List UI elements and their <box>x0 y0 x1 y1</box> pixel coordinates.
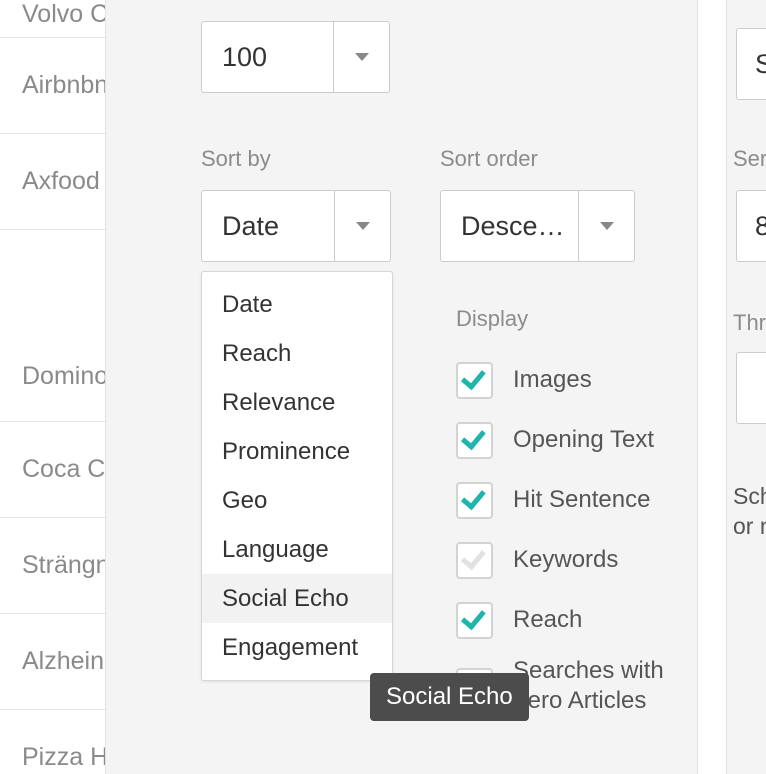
dropdown-item-geo[interactable]: Geo <box>202 476 392 525</box>
sidebar-item-label: Airbnbn <box>22 71 108 100</box>
dropdown-item-relevance[interactable]: Relevance <box>202 378 392 427</box>
chevron-down-icon <box>578 191 634 261</box>
checkbox-label: Hit Sentence <box>513 485 650 515</box>
dropdown-item-engagement[interactable]: Engagement <box>202 623 392 672</box>
right-text-2: or n <box>733 510 766 542</box>
sidebar-item-label: Pizza H <box>22 743 108 772</box>
checkbox-label: Reach <box>513 605 582 635</box>
sidebar-item-label: Coca C <box>22 455 105 484</box>
checkbox-opening-text[interactable] <box>456 422 493 459</box>
dropdown-item-reach[interactable]: Reach <box>202 329 392 378</box>
sort-order-select[interactable]: Desce… <box>440 190 635 262</box>
chevron-down-icon <box>333 22 389 92</box>
right-label-2: Ser <box>733 146 766 172</box>
sort-by-label: Sort by <box>201 146 391 172</box>
check-icon <box>460 364 485 390</box>
right-input-2[interactable]: 8 <box>736 190 766 262</box>
sort-by-value: Date <box>202 191 334 261</box>
sort-order-value: Desce… <box>441 191 578 261</box>
right-input-value: 8 <box>755 211 766 242</box>
limit-select[interactable]: 100 <box>201 21 390 93</box>
sort-order-label: Sort order <box>440 146 635 172</box>
sort-by-dropdown: Date Reach Relevance Prominence Geo Lang… <box>201 271 393 681</box>
sidebar-item-label: Alzhein <box>22 647 104 676</box>
dropdown-item-social-echo[interactable]: Social Echo <box>202 574 392 623</box>
right-column: S Ser 8 Thr Sch or n <box>726 0 766 774</box>
sidebar-item-label: Strängn <box>22 551 110 580</box>
sidebar-item-label: Axfood <box>22 167 100 196</box>
right-text-1: Sch <box>733 480 766 512</box>
checkbox-reach[interactable] <box>456 602 493 639</box>
check-icon <box>460 544 485 570</box>
sort-by-select[interactable]: Date <box>201 190 391 262</box>
right-input-3[interactable] <box>736 352 766 424</box>
dropdown-item-language[interactable]: Language <box>202 525 392 574</box>
right-label-3: Thr <box>733 310 766 336</box>
checkbox-label: Keywords <box>513 545 618 575</box>
check-icon <box>460 424 485 450</box>
settings-panel: 100 Sort by Date Sort order Desce… Date … <box>105 0 698 774</box>
dropdown-item-prominence[interactable]: Prominence <box>202 427 392 476</box>
dropdown-item-date[interactable]: Date <box>202 280 392 329</box>
right-input-1[interactable]: S <box>736 28 766 100</box>
limit-value: 100 <box>202 22 333 92</box>
chevron-down-icon <box>334 191 390 261</box>
sidebar-item-label: Volvo C <box>22 0 108 29</box>
check-icon <box>460 604 485 630</box>
checkbox-keywords[interactable] <box>456 542 493 579</box>
checkbox-label: Searches with Zero Articles <box>513 656 691 716</box>
checkbox-hit-sentence[interactable] <box>456 482 493 519</box>
tooltip: Social Echo <box>370 673 529 721</box>
check-icon <box>460 484 485 510</box>
checkbox-label: Opening Text <box>513 425 654 455</box>
checkbox-label: Images <box>513 365 592 395</box>
checkbox-images[interactable] <box>456 362 493 399</box>
display-label: Display <box>456 306 691 332</box>
sidebar-item-label: Domino <box>22 362 108 391</box>
right-input-value: S <box>755 49 766 80</box>
